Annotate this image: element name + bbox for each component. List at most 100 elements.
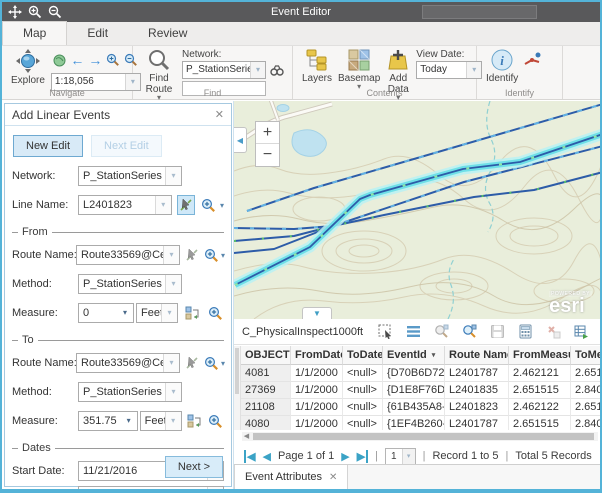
tab-review[interactable]: Review bbox=[128, 22, 207, 45]
new-edit-button[interactable]: New Edit bbox=[13, 135, 83, 157]
event-attributes-tab[interactable]: Event Attributes ✕ bbox=[234, 465, 348, 489]
next-page-button[interactable]: ▶ bbox=[341, 450, 349, 463]
table-horizontal-scrollbar[interactable]: ◀ bbox=[242, 432, 598, 441]
end-date-dropdown-icon[interactable]: ▾ bbox=[207, 487, 223, 493]
end-date-combo[interactable]: ▾ bbox=[78, 486, 224, 493]
network-dropdown-icon[interactable]: ▾ bbox=[250, 62, 265, 78]
from-method-dropdown-icon[interactable]: ▾ bbox=[165, 275, 181, 293]
delete-record-icon[interactable] bbox=[546, 324, 561, 339]
from-zoom-route-dropdown-icon[interactable]: ▾ bbox=[221, 251, 225, 260]
from-measure-dropdown-icon[interactable]: ▾ bbox=[117, 304, 133, 322]
layers-icon bbox=[305, 48, 329, 72]
last-page-button[interactable]: ▶ bbox=[357, 450, 368, 463]
map-zoom-out-button[interactable]: − bbox=[256, 144, 279, 166]
zoom-to-selected-icon[interactable] bbox=[434, 324, 449, 339]
show-selected-records-icon[interactable] bbox=[406, 324, 421, 339]
table-row[interactable]: 40801/1/2000<null>{1EF4B260-FL24017872.6… bbox=[241, 416, 600, 430]
to-method-combo[interactable]: P_StationSeries ▾ bbox=[78, 382, 182, 402]
hscroll-left-icon[interactable]: ◀ bbox=[242, 432, 251, 441]
select-features-icon[interactable] bbox=[378, 324, 393, 339]
panel-network-combo[interactable]: P_StationSeries ▾ bbox=[78, 166, 182, 186]
calculator-icon[interactable] bbox=[518, 324, 533, 339]
to-derive-measure-button[interactable] bbox=[187, 411, 203, 431]
panel-network-dropdown-icon[interactable]: ▾ bbox=[165, 167, 181, 185]
full-extent-icon[interactable] bbox=[53, 54, 66, 67]
group-contents: Layers Basemap ▾ Add Data ▾ View Date: T… bbox=[293, 46, 477, 99]
previous-extent-icon[interactable]: ← bbox=[70, 53, 84, 67]
panel-close-icon[interactable]: ✕ bbox=[215, 108, 224, 121]
page-number-dropdown-icon[interactable]: ▾ bbox=[402, 449, 415, 464]
from-method-combo[interactable]: P_StationSeries ▾ bbox=[78, 274, 182, 294]
zoom-to-line-dropdown-icon[interactable]: ▾ bbox=[220, 201, 224, 210]
from-route-dropdown-icon[interactable]: ▾ bbox=[163, 246, 179, 264]
map-zoom-in-button[interactable]: + bbox=[256, 122, 279, 144]
to-route-combo[interactable]: Route33569@Centr ▾ bbox=[76, 353, 180, 373]
from-method-value: P_StationSeries bbox=[79, 275, 165, 293]
column-header-eventid[interactable]: EventId▾ bbox=[383, 346, 445, 365]
line-name-combo[interactable]: L2401823 ▾ bbox=[78, 195, 172, 215]
from-derive-measure-button[interactable] bbox=[183, 303, 201, 323]
first-page-button[interactable]: ◀ bbox=[244, 450, 255, 463]
hscroll-thumb[interactable] bbox=[253, 433, 594, 440]
from-route-combo[interactable]: Route33569@Centr ▾ bbox=[76, 245, 180, 265]
event-attributes-tab-close-icon[interactable]: ✕ bbox=[329, 472, 337, 483]
column-header-tomeasure[interactable]: ToMeasure bbox=[571, 346, 600, 365]
from-zoom-measure-button[interactable] bbox=[206, 303, 224, 323]
to-unit-combo[interactable]: Feet ▾ bbox=[140, 411, 182, 431]
collapse-panel-button[interactable]: ◀ bbox=[234, 127, 247, 153]
table-cell: <null> bbox=[343, 365, 383, 382]
to-measure-dropdown-icon[interactable]: ▾ bbox=[121, 412, 137, 430]
export-table-icon[interactable] bbox=[574, 324, 589, 339]
to-select-route-button[interactable] bbox=[185, 353, 199, 373]
network-combo[interactable]: P_StationSeries ▾ bbox=[182, 61, 266, 79]
from-measure-combo[interactable]: 0 ▾ bbox=[78, 303, 134, 323]
column-header-frommeasure[interactable]: FromMeasure bbox=[509, 346, 571, 365]
column-header-todate[interactable]: ToDate bbox=[343, 346, 383, 365]
table-cell: <null> bbox=[343, 382, 383, 399]
column-header-fromdate[interactable]: FromDate bbox=[291, 346, 343, 365]
table-vertical-scrollbar[interactable] bbox=[234, 346, 241, 430]
explore-button[interactable]: Explore bbox=[11, 48, 45, 86]
tab-map[interactable]: Map bbox=[2, 21, 67, 45]
next-button[interactable]: Next > bbox=[165, 456, 223, 478]
to-method-dropdown-icon[interactable]: ▾ bbox=[165, 383, 181, 401]
table-row[interactable]: 211081/1/2000<null>{61B435A8-3L24018232.… bbox=[241, 399, 600, 416]
column-header-objectid[interactable]: OBJECTID bbox=[241, 346, 291, 365]
to-zoom-route-dropdown-icon[interactable]: ▾ bbox=[221, 359, 225, 368]
basemap-button[interactable]: Basemap ▾ bbox=[338, 48, 380, 90]
from-zoom-route-button[interactable] bbox=[204, 245, 219, 265]
next-extent-icon[interactable]: → bbox=[88, 53, 102, 67]
map-view[interactable]: ◀ + − ▼ POWERED BY esri bbox=[234, 101, 600, 319]
select-line-on-map-button[interactable] bbox=[177, 195, 195, 215]
to-route-dropdown-icon[interactable]: ▾ bbox=[163, 354, 179, 372]
to-zoom-route-icon bbox=[204, 356, 219, 371]
save-icon[interactable] bbox=[490, 324, 505, 339]
to-measure-combo[interactable]: 351.75 ▾ bbox=[78, 411, 138, 431]
next-edit-button[interactable]: Next Edit bbox=[91, 135, 162, 157]
view-date-combo[interactable]: Today ▾ bbox=[416, 61, 482, 79]
table-cell: 2.651515 bbox=[509, 416, 571, 430]
from-unit-combo[interactable]: Feet ▾ bbox=[136, 303, 178, 323]
identify-route-button[interactable] bbox=[524, 52, 542, 68]
from-select-route-button[interactable] bbox=[185, 245, 199, 265]
zoom-to-line-button[interactable] bbox=[200, 195, 218, 215]
previous-page-button[interactable]: ◀ bbox=[262, 450, 270, 463]
layers-button[interactable]: Layers bbox=[302, 48, 332, 84]
identify-button[interactable]: i Identify bbox=[486, 48, 518, 84]
column-header-route-name[interactable]: Route Name bbox=[445, 346, 509, 365]
table-row[interactable]: 273691/1/2000<null>{D1E8F76D-FL24018352.… bbox=[241, 382, 600, 399]
to-zoom-route-button[interactable] bbox=[204, 353, 219, 373]
to-zoom-measure-button[interactable] bbox=[208, 411, 224, 431]
to-unit-dropdown-icon[interactable]: ▾ bbox=[165, 412, 181, 430]
page-number-combo[interactable]: 1 ▾ bbox=[385, 448, 416, 465]
from-unit-dropdown-icon[interactable]: ▾ bbox=[161, 304, 177, 322]
binoculars-icon[interactable] bbox=[270, 64, 284, 76]
zoom-in-tool-icon[interactable] bbox=[106, 53, 120, 67]
select-line-icon bbox=[179, 198, 193, 212]
tab-edit[interactable]: Edit bbox=[67, 22, 128, 45]
collapse-table-button[interactable]: ▼ bbox=[302, 307, 332, 319]
line-name-dropdown-icon[interactable]: ▾ bbox=[155, 196, 171, 214]
table-row[interactable]: 40811/1/2000<null>{D70B6D72-3L24017872.4… bbox=[241, 365, 600, 382]
pan-to-selected-icon[interactable] bbox=[462, 324, 477, 339]
titlebar-box[interactable] bbox=[422, 5, 537, 19]
